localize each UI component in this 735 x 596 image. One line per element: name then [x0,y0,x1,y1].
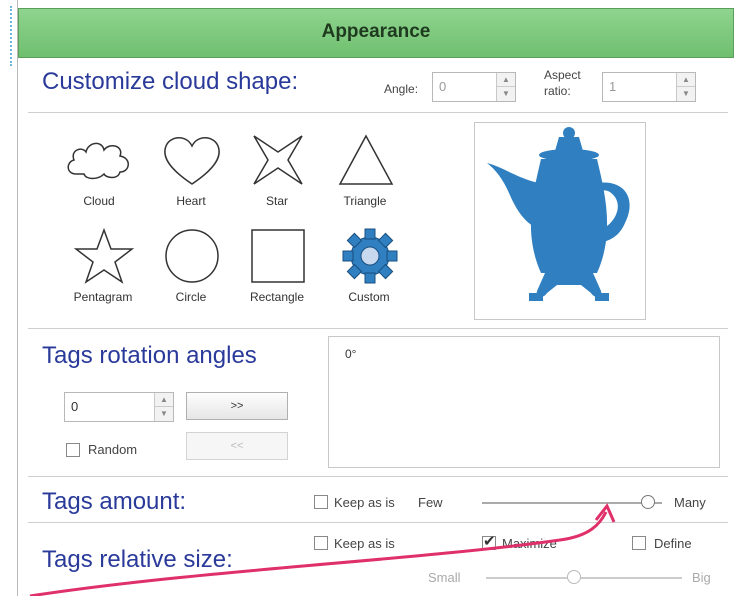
annotation-arrow [29,503,616,596]
